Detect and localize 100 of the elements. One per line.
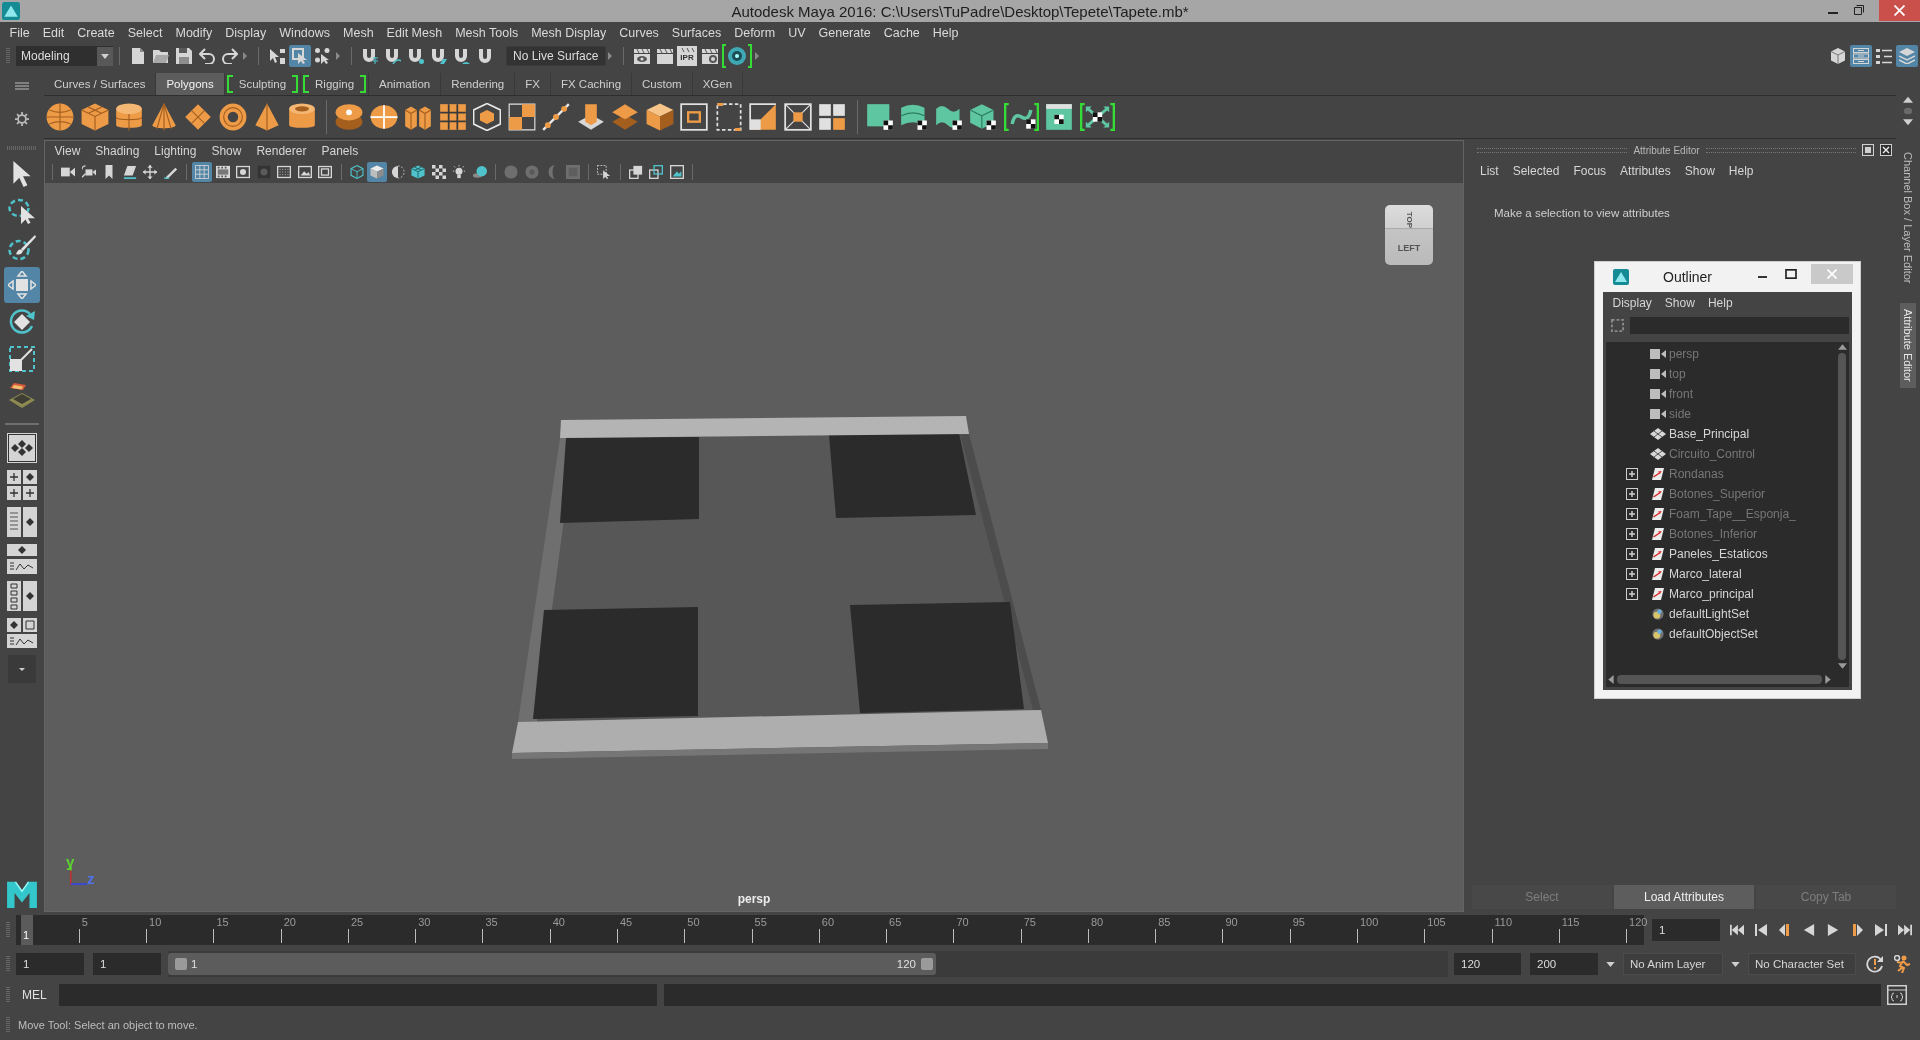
split-disc-icon[interactable] (369, 103, 398, 131)
slider-handle[interactable] (175, 958, 187, 970)
close-icon[interactable] (1880, 144, 1892, 156)
playback-end-field[interactable]: 120 (1454, 953, 1521, 975)
dashed-box-icon[interactable] (714, 103, 743, 131)
menu-item[interactable]: Surfaces (665, 26, 728, 40)
running-figure-icon[interactable] (1894, 955, 1912, 973)
anim-layer-dropdown[interactable]: No Anim Layer (1623, 953, 1723, 975)
menu-item[interactable]: Deform (727, 26, 782, 40)
menu-item[interactable]: Help (926, 26, 965, 40)
live-surface-field[interactable]: No Live Surface (506, 46, 606, 66)
diamond-plane-icon[interactable] (184, 103, 212, 131)
expand-icon[interactable] (1626, 508, 1638, 520)
previous-key-icon[interactable] (1778, 924, 1792, 936)
framed-square-icon[interactable] (680, 103, 708, 131)
play-backward-icon[interactable] (1802, 924, 1816, 936)
sphere-icon[interactable] (46, 103, 74, 131)
step-forward-icon[interactable] (1874, 924, 1888, 936)
dashed-square-icon[interactable] (1611, 318, 1624, 332)
menu-item[interactable]: Show (1658, 296, 1702, 310)
stacked-discs-icon[interactable] (335, 103, 363, 131)
collapse-arrow-icon[interactable] (608, 52, 612, 60)
menu-item[interactable]: File (3, 26, 37, 40)
cube-face-label[interactable]: LEFT (1397, 243, 1421, 253)
shaded-cube-icon[interactable] (367, 162, 387, 182)
expand-icon[interactable] (1626, 588, 1638, 600)
menu-item[interactable]: Help (1721, 164, 1761, 178)
expand-icon[interactable] (1626, 488, 1638, 500)
side-tab[interactable]: Channel Box / Layer Editor (1900, 146, 1916, 290)
knife-line-icon[interactable] (542, 103, 570, 131)
bracketed-cross-arrows-icon[interactable] (1079, 103, 1115, 131)
tile-grid-icon[interactable] (438, 103, 467, 131)
command-input[interactable] (59, 984, 657, 1006)
wave-sheet-icon[interactable] (934, 103, 963, 131)
character-set-dropdown[interactable]: No Character Set (1748, 953, 1856, 975)
restore-icon[interactable] (1854, 5, 1864, 15)
menu-item[interactable]: View (47, 144, 88, 158)
skip-to-end-icon[interactable] (1898, 924, 1912, 936)
shelf-tab[interactable]: Animation (369, 73, 442, 95)
shelf-tab[interactable]: Sculpting (224, 73, 302, 95)
menu-item[interactable]: Windows (272, 26, 337, 40)
horizontal-scrollbar[interactable] (1608, 673, 1831, 685)
menu-item[interactable]: Select (121, 26, 169, 40)
slider-handle[interactable] (921, 958, 933, 970)
ring-icon[interactable] (218, 103, 247, 131)
collapse-arrow-icon[interactable] (243, 52, 247, 60)
solid-cube-icon[interactable] (645, 103, 674, 131)
menu-item[interactable]: Create (70, 26, 122, 40)
curved-sheet-icon[interactable] (900, 103, 928, 131)
outliner-item[interactable]: defaultObjectSet (1669, 627, 1758, 641)
filter-field[interactable] (1630, 316, 1849, 334)
end-frame-field[interactable]: 200 (1530, 953, 1598, 975)
checker-window-icon[interactable] (1045, 103, 1073, 131)
raised-block-icon[interactable] (576, 103, 605, 131)
dropdown-arrow-icon[interactable] (1606, 961, 1615, 967)
overlapping-squares-icon[interactable] (646, 162, 666, 182)
next-key-icon[interactable] (1850, 924, 1864, 936)
menu-item[interactable]: Mesh (336, 26, 381, 40)
menu-item[interactable]: Focus (1566, 164, 1614, 178)
dropdown-arrow-icon[interactable] (1731, 961, 1740, 967)
expand-icon[interactable] (1626, 548, 1638, 560)
current-frame-field[interactable]: 1 (1652, 919, 1720, 941)
two-pane-layout-icon[interactable] (7, 507, 37, 537)
app-logo-icon[interactable] (2, 2, 20, 20)
scroll-arrows-icon[interactable] (1903, 96, 1913, 126)
outliner-item[interactable]: Base_Principal (1669, 427, 1750, 441)
cube-face-label[interactable]: TOP (1404, 211, 1414, 229)
shelf-tab[interactable]: XGen (692, 73, 744, 95)
pipe-icon[interactable] (287, 103, 316, 131)
menu-set-dropdown[interactable]: Modeling (16, 46, 113, 66)
circular-arrow-icon[interactable] (1866, 955, 1884, 973)
expand-icon[interactable] (1626, 468, 1638, 480)
bracketed-swirl-icon[interactable] (1003, 103, 1039, 131)
outliner-item[interactable]: Marco_principal (1669, 587, 1754, 601)
grip-handle-icon[interactable] (6, 956, 10, 972)
maximize-icon[interactable] (1785, 269, 1797, 279)
expand-icon[interactable] (1626, 568, 1638, 580)
arrow-right-icon[interactable] (1825, 674, 1831, 684)
checker-cube-icon[interactable] (969, 103, 997, 131)
checker-tile-icon[interactable] (865, 103, 894, 131)
cube-icon[interactable] (80, 103, 109, 131)
bracketed-lens-icon[interactable] (722, 44, 752, 68)
grip-handle-icon[interactable] (6, 1017, 10, 1033)
grip-handle-icon[interactable] (6, 48, 10, 64)
grip-handle-icon[interactable] (7, 146, 37, 150)
menu-item[interactable]: Show (1677, 164, 1722, 178)
collapse-arrow-icon[interactable] (336, 52, 340, 60)
arrow-up-icon[interactable] (1837, 344, 1847, 350)
playback-start-field[interactable]: 1 (93, 953, 161, 975)
pan-arrows-icon[interactable] (140, 162, 160, 182)
view-cube[interactable]: TOP LEFT (1385, 205, 1433, 265)
ipr-render-button[interactable]: IPR (677, 46, 697, 66)
small-tiles-icon[interactable] (507, 103, 536, 131)
menu-item[interactable]: UV (781, 26, 813, 40)
float-window-icon[interactable] (1862, 144, 1874, 156)
menu-item[interactable]: Mesh Display (524, 26, 613, 40)
menu-item[interactable]: Attributes (1613, 164, 1678, 178)
menu-item[interactable]: Cache (877, 26, 927, 40)
menu-item[interactable]: Curves (612, 26, 666, 40)
viewport-canvas[interactable]: TOP LEFT y z persp (45, 183, 1463, 911)
